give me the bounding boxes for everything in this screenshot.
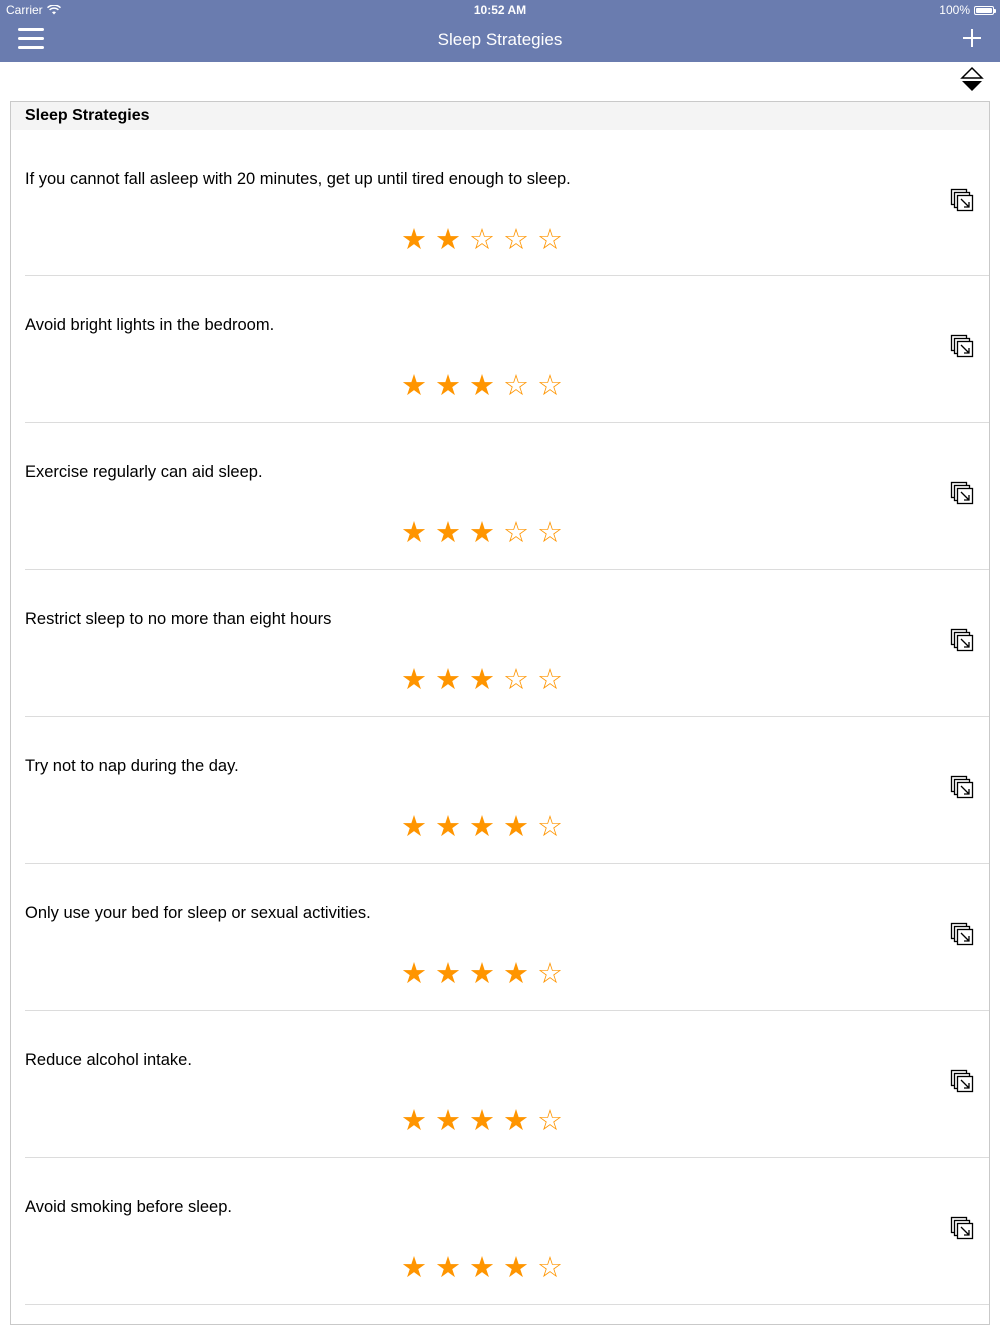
battery-icon: [974, 5, 996, 15]
star-empty-icon[interactable]: ☆: [499, 371, 533, 401]
star-filled-icon[interactable]: ★: [499, 959, 533, 989]
star-filled-icon[interactable]: ★: [465, 1106, 499, 1136]
page-title: Sleep Strategies: [437, 30, 563, 49]
plus-icon[interactable]: [960, 26, 984, 50]
star-filled-icon[interactable]: ★: [465, 812, 499, 842]
star-rating[interactable]: ★ ★ ★ ☆ ☆: [397, 518, 567, 548]
strategy-text: If you cannot fall asleep with 20 minute…: [25, 170, 571, 188]
star-filled-icon[interactable]: ★: [431, 1253, 465, 1283]
edit-icon[interactable]: [950, 481, 976, 507]
list-item[interactable]: Restrict sleep to no more than eight hou…: [25, 570, 989, 717]
star-filled-icon[interactable]: ★: [397, 518, 431, 548]
strategy-text: Reduce alcohol intake.: [25, 1051, 192, 1069]
battery-percent: 100%: [939, 3, 970, 17]
star-filled-icon[interactable]: ★: [431, 1106, 465, 1136]
star-empty-icon[interactable]: ☆: [533, 665, 567, 695]
star-empty-icon[interactable]: ☆: [533, 518, 567, 548]
list-item[interactable]: Exercise regularly can aid sleep. ★ ★ ★ ☆ ☆: [25, 423, 989, 570]
star-rating[interactable]: ★ ★ ★ ☆ ☆: [397, 371, 567, 401]
edit-icon[interactable]: [950, 334, 976, 360]
strategy-text: Exercise regularly can aid sleep.: [25, 463, 263, 481]
star-empty-icon[interactable]: ☆: [533, 225, 567, 255]
strategy-text: Try not to nap during the day.: [25, 757, 239, 775]
star-filled-icon[interactable]: ★: [431, 959, 465, 989]
star-filled-icon[interactable]: ★: [397, 371, 431, 401]
list-item[interactable]: Avoid bright lights in the bedroom. ★ ★ ★ ☆ ☆: [25, 276, 989, 423]
strategy-text: Restrict sleep to no more than eight hou…: [25, 610, 332, 628]
edit-icon[interactable]: [950, 922, 976, 948]
strategy-list: If you cannot fall asleep with 20 minute…: [11, 130, 989, 1305]
star-filled-icon[interactable]: ★: [397, 1253, 431, 1283]
edit-icon[interactable]: [950, 188, 976, 214]
star-empty-icon[interactable]: ☆: [533, 1253, 567, 1283]
status-battery: 100%: [939, 3, 996, 17]
star-empty-icon[interactable]: ☆: [533, 1106, 567, 1136]
strategy-text: Avoid smoking before sleep.: [25, 1198, 232, 1216]
star-empty-icon[interactable]: ☆: [499, 225, 533, 255]
star-filled-icon[interactable]: ★: [431, 812, 465, 842]
star-filled-icon[interactable]: ★: [431, 371, 465, 401]
star-filled-icon[interactable]: ★: [465, 1253, 499, 1283]
star-filled-icon[interactable]: ★: [465, 665, 499, 695]
star-filled-icon[interactable]: ★: [465, 959, 499, 989]
star-rating[interactable]: ★ ★ ★ ★ ☆: [397, 812, 567, 842]
star-rating[interactable]: ★ ★ ☆ ☆ ☆: [397, 225, 567, 255]
strategy-text: Only use your bed for sleep or sexual ac…: [25, 904, 371, 922]
star-filled-icon[interactable]: ★: [465, 371, 499, 401]
star-empty-icon[interactable]: ☆: [533, 959, 567, 989]
star-filled-icon[interactable]: ★: [499, 1106, 533, 1136]
edit-icon[interactable]: [950, 775, 976, 801]
navigation-bar: Carrier 10:52 AM 100% Sleep Strategies: [0, 0, 1000, 62]
star-filled-icon[interactable]: ★: [397, 1106, 431, 1136]
star-rating[interactable]: ★ ★ ★ ☆ ☆: [397, 665, 567, 695]
star-filled-icon[interactable]: ★: [431, 518, 465, 548]
star-rating[interactable]: ★ ★ ★ ★ ☆: [397, 1106, 567, 1136]
star-filled-icon[interactable]: ★: [465, 518, 499, 548]
star-empty-icon[interactable]: ☆: [465, 225, 499, 255]
strategy-text: Avoid bright lights in the bedroom.: [25, 316, 275, 334]
star-empty-icon[interactable]: ☆: [533, 371, 567, 401]
status-time: 10:52 AM: [473, 3, 527, 17]
star-filled-icon[interactable]: ★: [431, 665, 465, 695]
list-item[interactable]: Reduce alcohol intake. ★ ★ ★ ★ ☆: [25, 1011, 989, 1158]
sort-toggle-icon[interactable]: [960, 66, 984, 94]
list-item[interactable]: Avoid smoking before sleep. ★ ★ ★ ★ ☆: [25, 1158, 989, 1305]
star-empty-icon[interactable]: ☆: [533, 812, 567, 842]
strategies-panel: Sleep Strategies If you cannot fall asle…: [10, 101, 990, 1325]
star-filled-icon[interactable]: ★: [397, 225, 431, 255]
star-empty-icon[interactable]: ☆: [499, 665, 533, 695]
star-filled-icon[interactable]: ★: [499, 1253, 533, 1283]
star-rating[interactable]: ★ ★ ★ ★ ☆: [397, 1253, 567, 1283]
edit-icon[interactable]: [950, 1069, 976, 1095]
star-filled-icon[interactable]: ★: [397, 665, 431, 695]
edit-icon[interactable]: [950, 1216, 976, 1242]
list-item[interactable]: Try not to nap during the day. ★ ★ ★ ★ ☆: [25, 717, 989, 864]
star-filled-icon[interactable]: ★: [397, 812, 431, 842]
star-filled-icon[interactable]: ★: [431, 225, 465, 255]
edit-icon[interactable]: [950, 628, 976, 654]
list-item[interactable]: Only use your bed for sleep or sexual ac…: [25, 864, 989, 1011]
star-rating[interactable]: ★ ★ ★ ★ ☆: [397, 959, 567, 989]
star-empty-icon[interactable]: ☆: [499, 518, 533, 548]
list-item[interactable]: If you cannot fall asleep with 20 minute…: [25, 130, 989, 276]
section-header: Sleep Strategies: [11, 102, 989, 130]
star-filled-icon[interactable]: ★: [397, 959, 431, 989]
star-filled-icon[interactable]: ★: [499, 812, 533, 842]
